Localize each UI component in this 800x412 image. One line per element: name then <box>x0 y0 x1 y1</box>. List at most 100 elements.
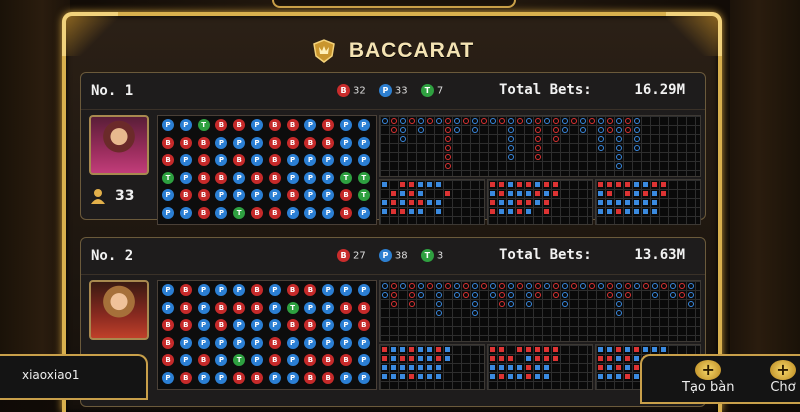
tie-icon: T <box>420 84 434 97</box>
derived-road-mark <box>607 191 612 196</box>
derived-road-mark <box>625 191 630 196</box>
bead-result: B <box>179 189 192 201</box>
tie-count: 3 <box>436 250 444 262</box>
derived-road-mark <box>643 347 648 352</box>
derived-road-mark <box>535 356 540 361</box>
derived-road-mark <box>643 209 648 214</box>
bead-result: P <box>286 336 299 349</box>
bead-result: B <box>162 354 174 366</box>
bead-result: P <box>286 206 299 219</box>
derived-road-mark <box>526 356 531 361</box>
big-road-mark <box>616 292 622 298</box>
big-road-mark <box>679 292 685 298</box>
banker-count: 27 <box>353 250 366 262</box>
big-road-mark <box>589 118 595 124</box>
derived-road-mark <box>634 374 639 379</box>
dealer-avatar[interactable] <box>89 115 149 175</box>
big-road <box>379 115 701 177</box>
bead-result: B <box>251 301 263 314</box>
bead-result: B <box>304 371 317 384</box>
derived-road-mark <box>490 209 495 214</box>
user-info[interactable]: xiaoxiao1 <box>0 354 148 400</box>
bead-result: P <box>251 154 263 166</box>
total-bets-value: 13.63M <box>634 247 685 263</box>
derived-road-mark <box>436 356 441 361</box>
big-road-mark <box>571 118 577 124</box>
bead-result: B <box>179 371 192 384</box>
big-road-mark <box>634 145 640 151</box>
big-road-mark <box>607 118 613 124</box>
create-table-button[interactable]: + Tạo bàn <box>682 360 734 395</box>
bead-result: P <box>197 319 210 331</box>
bead-result: P <box>251 319 263 331</box>
bead-result: B <box>322 119 335 131</box>
bead-result: P <box>197 284 210 296</box>
big-road-mark <box>616 310 622 316</box>
derived-road-mark <box>499 356 504 361</box>
bead-result: B <box>162 154 174 166</box>
play-button[interactable]: + Chơ <box>770 360 796 395</box>
derived-road-mark <box>535 374 540 379</box>
big-road-mark <box>625 127 631 133</box>
derived-road-mark <box>625 347 630 352</box>
derived-road-mark <box>517 374 522 379</box>
big-road-mark <box>643 283 649 289</box>
bead-result: B <box>268 206 281 219</box>
bead-result: P <box>197 371 210 384</box>
derived-road-mark <box>616 200 621 205</box>
bead-result: B <box>233 119 246 131</box>
big-road-mark <box>607 292 613 298</box>
total-bets-label: Total Bets: <box>499 247 592 263</box>
big-road-mark <box>481 283 487 289</box>
bead-result: B <box>268 154 281 166</box>
big-road-mark <box>382 118 388 124</box>
bead-result: P <box>357 154 370 166</box>
bead-result: P <box>322 301 335 314</box>
big-road-mark <box>508 145 514 151</box>
derived-road-mark <box>499 191 504 196</box>
derived-road-mark <box>490 200 495 205</box>
derived-road-mark <box>526 209 531 214</box>
dealer-avatar[interactable] <box>89 280 149 340</box>
big-road-mark <box>580 283 586 289</box>
bead-result: P <box>340 119 352 131</box>
big-road-mark <box>436 301 442 307</box>
big-road-mark <box>598 118 604 124</box>
derived-road-mark <box>409 200 414 205</box>
bead-result: B <box>251 171 263 184</box>
derived-road-mark <box>427 200 432 205</box>
bead-result: T <box>233 354 246 366</box>
derived-road-mark <box>625 200 630 205</box>
derived-road-mark <box>634 191 639 196</box>
bead-result: P <box>162 119 174 131</box>
derived-road-mark <box>616 209 621 214</box>
big-road-mark <box>454 127 460 133</box>
derived-road-mark <box>652 347 657 352</box>
player-count: 38 <box>394 250 408 262</box>
big-road-mark <box>634 283 640 289</box>
bead-result: P <box>233 136 246 149</box>
big-road-mark <box>400 283 406 289</box>
big-road-mark <box>472 292 478 298</box>
derived-road-mark <box>607 200 612 205</box>
total-bets-value: 16.29M <box>634 82 685 98</box>
derived-road-mark <box>517 200 522 205</box>
bead-result: P <box>286 154 299 166</box>
derived-road-mark <box>436 347 441 352</box>
big-road-mark <box>382 292 388 298</box>
derived-road-mark <box>445 347 450 352</box>
derived-road-mark <box>616 347 621 352</box>
baccarat-table-2[interactable]: No. 2 B 27 P 38 T3 Total Bets: 13.63M PPBB… <box>80 237 706 407</box>
big-road-mark <box>634 127 640 133</box>
derived-road-mark <box>436 200 441 205</box>
derived-road-mark <box>400 191 405 196</box>
derived-road-mark <box>400 200 405 205</box>
derived-road-mark <box>598 182 603 187</box>
bead-result: P <box>286 371 299 384</box>
bead-result: B <box>357 319 370 331</box>
derived-road-mark <box>526 374 531 379</box>
derived-road-mark <box>490 191 495 196</box>
bead-result: B <box>197 354 210 366</box>
bead-result: B <box>268 336 281 349</box>
baccarat-table-1[interactable]: No. 1 B 32 P 33 T7 Total Bets: 16.29M 33 P… <box>80 72 706 225</box>
